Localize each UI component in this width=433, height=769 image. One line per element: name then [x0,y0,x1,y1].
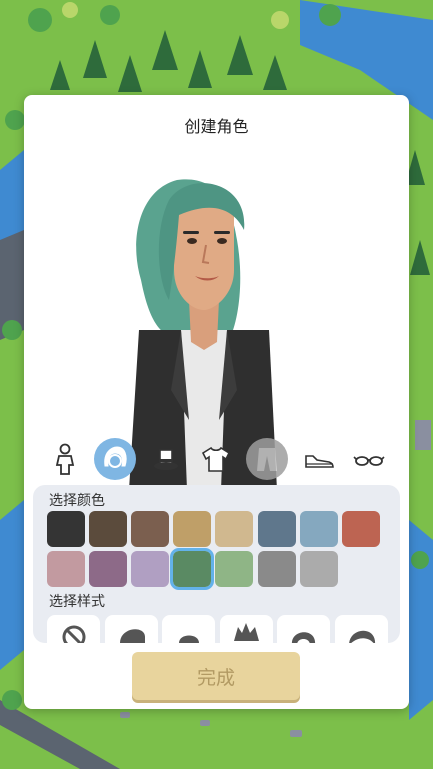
shirt-icon [201,446,231,472]
color-swatch-selected[interactable] [170,548,214,590]
category-bar [44,438,394,480]
no-hair-icon [62,625,86,643]
color-swatch[interactable] [215,511,253,547]
color-swatch[interactable] [89,511,127,547]
hat-icon [154,449,178,470]
style-option-1[interactable] [47,615,100,643]
glasses-icon [353,456,385,466]
hairstyle-icon [349,630,375,643]
done-button[interactable]: 完成 [132,652,300,700]
category-hat[interactable] [145,438,187,480]
color-swatch[interactable] [47,511,85,547]
color-swatch[interactable] [173,511,211,547]
category-hair[interactable] [94,438,136,480]
modal-title: 创建角色 [184,117,249,136]
color-swatch[interactable] [131,511,169,547]
color-swatch[interactable] [258,511,296,547]
pants-icon [257,448,277,471]
category-body[interactable] [44,438,86,480]
color-swatch[interactable] [215,551,253,587]
done-button-label: 完成 [196,666,235,689]
customization-panel: 选择颜色 选择样式 [33,485,400,643]
category-shirt[interactable] [195,438,237,480]
color-swatch[interactable] [342,511,380,547]
color-swatch[interactable] [89,551,127,587]
shoe-icon [305,455,334,468]
category-pants[interactable] [246,438,288,480]
hair-icon [104,446,127,468]
style-option-3[interactable] [162,615,215,643]
color-swatch[interactable] [131,551,169,587]
hairstyle-icon [292,632,315,643]
style-option-2[interactable] [105,615,158,643]
style-option-6[interactable] [335,615,388,643]
category-shoes[interactable] [298,438,340,480]
create-character-modal: 创建角色 选择颜色 选择样式 完成 [24,95,409,709]
color-swatch[interactable] [47,551,85,587]
category-glasses[interactable] [348,438,390,480]
style-section-label: 选择样式 [49,594,105,610]
color-section-label: 选择颜色 [49,493,105,509]
color-swatch[interactable] [300,511,338,547]
hairstyle-icon [179,635,199,643]
body-icon [55,443,75,475]
style-option-5[interactable] [277,615,330,643]
color-swatch[interactable] [300,551,338,587]
hairstyle-icon [120,629,145,643]
hairstyle-icon [234,623,259,641]
color-swatch[interactable] [258,551,296,587]
style-option-4[interactable] [220,615,273,643]
